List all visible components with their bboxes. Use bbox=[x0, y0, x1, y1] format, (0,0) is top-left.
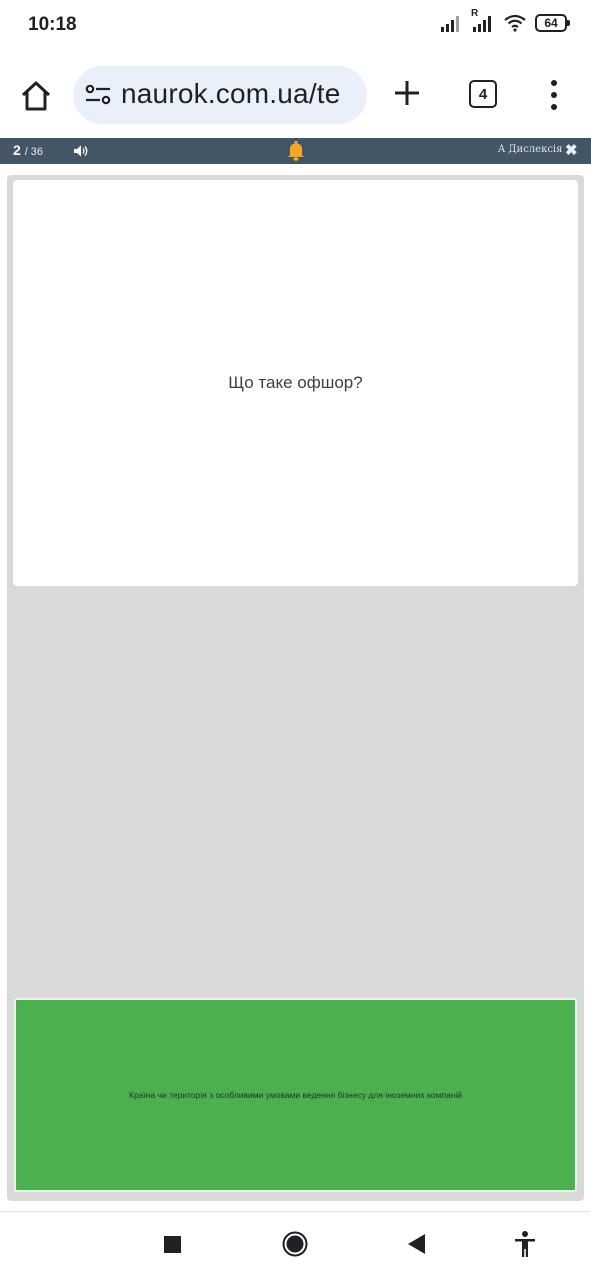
more-menu-icon[interactable] bbox=[546, 78, 562, 112]
tab-count: 4 bbox=[478, 85, 488, 103]
browser-toolbar: naurok.com.ua/te 4 bbox=[0, 56, 591, 136]
signal-icon bbox=[441, 16, 459, 32]
question-counter: 2 / 36 bbox=[13, 142, 43, 158]
site-settings-icon[interactable] bbox=[85, 83, 111, 107]
back-icon[interactable] bbox=[406, 1233, 426, 1255]
answer-text: Країна чи територія з особливими умовами… bbox=[129, 1090, 462, 1100]
url-text[interactable]: naurok.com.ua/te bbox=[121, 78, 341, 110]
battery-level: 64 bbox=[544, 16, 558, 30]
roaming-signal-icon: R bbox=[471, 8, 495, 32]
quiz-header-bar: 2 / 36 A Дислексія ✖ bbox=[0, 138, 591, 164]
status-icons: R 64 bbox=[441, 8, 570, 32]
total-questions: / 36 bbox=[24, 146, 44, 158]
close-icon[interactable]: ✖ bbox=[565, 141, 578, 159]
answer-option[interactable]: Країна чи територія з особливими умовами… bbox=[14, 998, 577, 1192]
question-text: Що таке офшор? bbox=[228, 373, 363, 392]
quiz-area: Що таке офшор? Країна чи територія з осо… bbox=[7, 175, 584, 1201]
status-time: 10:18 bbox=[28, 14, 77, 35]
home-icon[interactable] bbox=[18, 78, 54, 114]
current-question-number: 2 bbox=[13, 142, 21, 158]
home-circle-icon[interactable] bbox=[282, 1231, 308, 1257]
tab-switcher-button[interactable]: 4 bbox=[469, 80, 497, 108]
new-tab-icon[interactable] bbox=[392, 78, 422, 108]
status-bar: 10:18 R 64 bbox=[0, 0, 591, 52]
speaker-icon[interactable] bbox=[73, 144, 89, 158]
system-nav-bar bbox=[0, 1212, 591, 1280]
wifi-icon bbox=[504, 14, 526, 32]
bell-icon[interactable] bbox=[286, 140, 306, 162]
accessibility-icon[interactable] bbox=[513, 1230, 537, 1258]
address-bar[interactable]: naurok.com.ua/te bbox=[73, 66, 367, 124]
question-card: Що таке офшор? bbox=[13, 180, 578, 586]
dyslexia-toggle[interactable]: A Дислексія bbox=[498, 144, 562, 155]
battery-icon: 64 bbox=[535, 14, 570, 32]
recents-icon[interactable] bbox=[164, 1236, 181, 1253]
